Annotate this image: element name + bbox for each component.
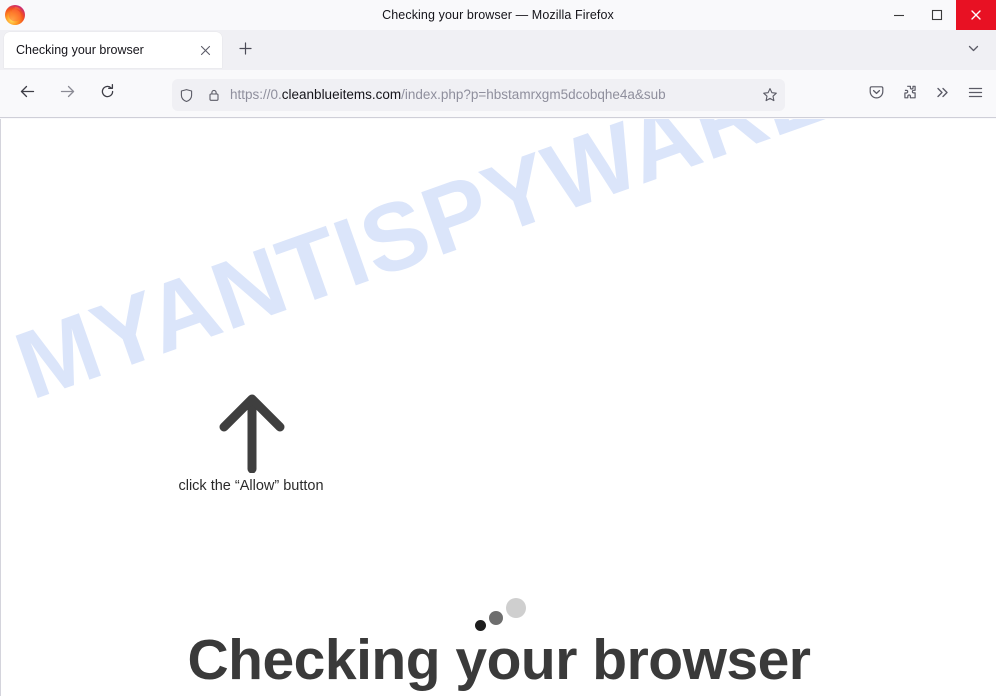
forward-arrow-icon (59, 83, 76, 105)
list-all-tabs-button[interactable] (958, 38, 988, 64)
reload-icon (99, 83, 116, 105)
extensions-puzzle-icon (901, 84, 918, 106)
minimize-button[interactable] (880, 0, 918, 30)
padlock-icon[interactable] (200, 88, 228, 102)
url-scheme: https://0. (230, 87, 282, 102)
back-button[interactable] (10, 77, 44, 111)
url-host: cleanblueitems.com (281, 87, 402, 102)
forward-button[interactable] (50, 77, 84, 111)
new-tab-button[interactable] (230, 38, 260, 64)
app-menu-button[interactable] (959, 79, 992, 111)
url-text[interactable]: https://0.cleanblueitems.com/index.php?p… (230, 79, 755, 111)
tab-close-icon[interactable] (194, 39, 216, 61)
site-watermark: MYANTISPYWARE.COM (2, 119, 996, 420)
browser-tab[interactable]: Checking your browser (4, 32, 222, 68)
bookmark-star-icon[interactable] (755, 79, 785, 111)
page-title: Checking your browser (187, 628, 812, 692)
tab-strip: Checking your browser (0, 30, 996, 70)
allow-hint-text: click the “Allow” button (178, 478, 324, 494)
back-arrow-icon (19, 83, 36, 105)
reload-button[interactable] (90, 77, 124, 111)
url-bar[interactable]: https://0.cleanblueitems.com/index.php?p… (172, 79, 785, 111)
up-arrow-icon (206, 381, 298, 474)
url-path: /index.php?p=hbstamrxgm5dcobqhe4a&sub (401, 87, 666, 102)
loading-dot-2 (489, 611, 503, 625)
page-content: MYANTISPYWARE.COM click the “Allow” butt… (0, 119, 996, 696)
toolbar-right (860, 79, 992, 111)
close-button[interactable] (956, 0, 996, 30)
shield-icon[interactable] (172, 88, 200, 103)
chevron-down-icon (967, 42, 980, 60)
plus-icon (238, 42, 252, 60)
pocket-icon (868, 84, 885, 106)
pocket-button[interactable] (860, 79, 893, 111)
loading-dot-3 (506, 598, 526, 618)
window-title: Checking your browser — Mozilla Firefox (382, 8, 614, 22)
window-controls (880, 0, 996, 30)
hamburger-menu-icon (967, 84, 984, 106)
extensions-button[interactable] (893, 79, 926, 111)
title-bar: Checking your browser — Mozilla Firefox (0, 0, 996, 30)
tab-title: Checking your browser (16, 43, 144, 57)
chevron-double-right-icon (934, 84, 951, 106)
overflow-button[interactable] (926, 79, 959, 111)
firefox-window: Checking your browser — Mozilla Firefox … (0, 0, 996, 696)
maximize-button[interactable] (918, 0, 956, 30)
